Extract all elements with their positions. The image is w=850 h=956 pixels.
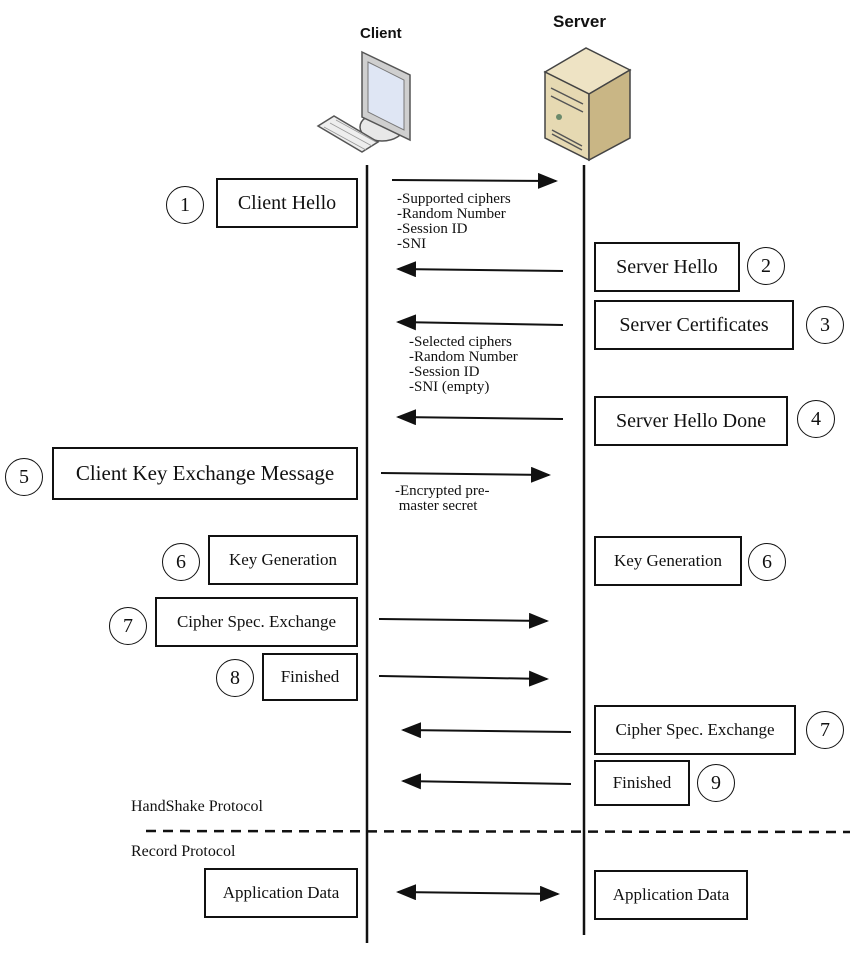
step-number-1: 1 bbox=[166, 186, 204, 224]
arrow-client-hello bbox=[391, 172, 558, 189]
server-hello-done-box: Server Hello Done bbox=[594, 396, 788, 446]
arrow-cipher-spec-server bbox=[401, 722, 572, 739]
client-key-exchange-box: Client Key Exchange Message bbox=[52, 447, 358, 500]
step-number-8: 8 bbox=[216, 659, 254, 697]
step-number-4: 4 bbox=[797, 400, 835, 438]
client-finished-box: Finished bbox=[262, 653, 358, 701]
step-number-7-server: 7 bbox=[806, 711, 844, 749]
client-key-generation-box: Key Generation bbox=[208, 535, 358, 585]
server-certificates-box: Server Certificates bbox=[594, 300, 794, 350]
key-exchange-note: -Encrypted pre- master secret bbox=[395, 483, 490, 514]
step-number-5: 5 bbox=[5, 458, 43, 496]
handshake-protocol-label: HandShake Protocol bbox=[131, 798, 263, 815]
arrow-client-key-exchange bbox=[380, 466, 551, 483]
server-icon bbox=[543, 47, 632, 162]
client-application-data-box: Application Data bbox=[204, 868, 358, 918]
arrow-server-hello bbox=[396, 261, 564, 278]
step-number-2: 2 bbox=[747, 247, 785, 285]
server-hello-note: -Selected ciphers -Random Number -Sessio… bbox=[409, 334, 518, 395]
client-hello-note: -Supported ciphers -Random Number -Sessi… bbox=[397, 191, 511, 252]
server-cipher-spec-box: Cipher Spec. Exchange bbox=[594, 705, 796, 755]
arrow-server-certificates bbox=[396, 314, 564, 331]
client-computer-icon bbox=[316, 50, 411, 153]
step-number-9: 9 bbox=[697, 764, 735, 802]
client-cipher-spec-box: Cipher Spec. Exchange bbox=[155, 597, 358, 647]
step-number-3: 3 bbox=[806, 306, 844, 344]
arrow-finished-client bbox=[378, 670, 549, 687]
arrow-application-data bbox=[396, 884, 560, 902]
server-application-data-box: Application Data bbox=[594, 870, 748, 920]
server-hello-box: Server Hello bbox=[594, 242, 740, 292]
arrow-server-hello-done bbox=[396, 409, 564, 426]
server-finished-box: Finished bbox=[594, 760, 690, 806]
record-protocol-label: Record Protocol bbox=[131, 843, 236, 860]
client-hello-box: Client Hello bbox=[216, 178, 358, 228]
server-label: Server bbox=[553, 12, 606, 31]
arrow-finished-server bbox=[401, 773, 572, 790]
server-key-generation-box: Key Generation bbox=[594, 536, 742, 586]
client-label: Client bbox=[360, 25, 402, 42]
step-number-7-client: 7 bbox=[109, 607, 147, 645]
protocol-separator bbox=[145, 829, 850, 834]
step-number-6-server: 6 bbox=[748, 543, 786, 581]
arrow-cipher-spec-client bbox=[378, 612, 549, 629]
step-number-6-client: 6 bbox=[162, 543, 200, 581]
